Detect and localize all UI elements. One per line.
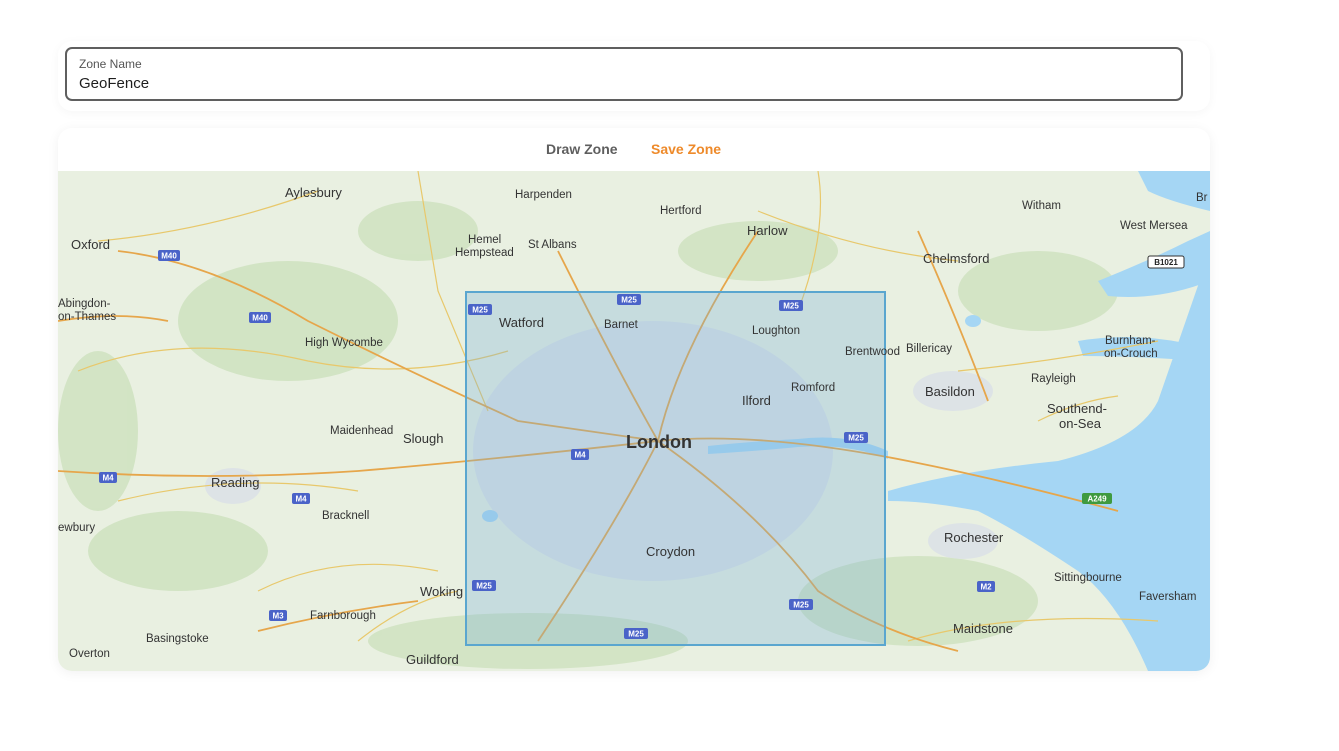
map-label: Maidstone (953, 621, 1013, 636)
svg-text:M3: M3 (272, 612, 284, 621)
map-label: Harlow (747, 223, 788, 238)
svg-text:M40: M40 (161, 252, 177, 261)
map-label: Slough (403, 431, 443, 446)
map-toolbar: Draw Zone Save Zone (58, 128, 1210, 171)
map-label: on-Sea (1059, 416, 1102, 431)
map-canvas[interactable]: M40 M40 M4 M4 M4 M3 M2 M25 M25 M25 M25 M… (58, 171, 1210, 671)
m25-shield: M25 (472, 580, 496, 591)
map-label: Hempstead (455, 247, 514, 259)
map-label: Watford (499, 315, 544, 330)
zone-name-label: Zone Name (79, 57, 142, 71)
map-label: Aylesbury (285, 185, 342, 200)
m40-shield: M40 (158, 250, 180, 261)
svg-text:M2: M2 (980, 583, 992, 592)
m2-shield: M2 (977, 581, 995, 592)
svg-text:B1021: B1021 (1154, 258, 1178, 267)
svg-text:M4: M4 (574, 451, 586, 460)
b1021-shield: B1021 (1147, 255, 1185, 269)
m25-shield: M25 (789, 599, 813, 610)
map-label: Faversham (1139, 591, 1197, 603)
map-label: London (626, 432, 692, 452)
svg-text:M25: M25 (793, 601, 809, 610)
map-label: Farnborough (310, 610, 376, 622)
m25-shield: M25 (617, 294, 641, 305)
svg-text:M25: M25 (848, 434, 864, 443)
map-label: Rayleigh (1031, 373, 1076, 385)
svg-text:M4: M4 (295, 495, 307, 504)
map-label: Maidenhead (330, 425, 393, 437)
map-label: Basingstoke (146, 633, 209, 645)
m3-shield: M3 (269, 610, 287, 621)
map-label: Rochester (944, 530, 1004, 545)
svg-text:A249: A249 (1087, 495, 1107, 504)
zone-name-field[interactable]: Zone Name (65, 47, 1183, 101)
map-card: Draw Zone Save Zone M40 M40 M4 M4 M4 M3 … (58, 128, 1210, 671)
map-label: Ilford (742, 393, 771, 408)
map-label: Barnet (604, 319, 639, 331)
save-zone-button[interactable]: Save Zone (651, 141, 721, 157)
svg-text:M25: M25 (476, 582, 492, 591)
draw-zone-button[interactable]: Draw Zone (546, 141, 618, 157)
map-label: Bracknell (322, 510, 369, 522)
map-label: Romford (791, 382, 835, 394)
geofence-zone[interactable] (465, 291, 886, 646)
map-label: Southend- (1047, 401, 1107, 416)
map-label: Hertford (660, 205, 702, 217)
map-label: on-Thames (58, 311, 116, 323)
map-label: Guildford (406, 652, 459, 667)
map-label: Br (1196, 192, 1208, 204)
map-label: Billericay (906, 343, 952, 355)
map-label: ewbury (58, 522, 95, 534)
m25-shield: M25 (624, 628, 648, 639)
m40-shield: M40 (249, 312, 271, 323)
map-label: West Mersea (1120, 220, 1188, 232)
map-label: Burnham- (1105, 335, 1156, 347)
map-label: Croydon (646, 544, 695, 559)
m25-shield: M25 (844, 432, 868, 443)
svg-text:M25: M25 (472, 306, 488, 315)
map-label: Sittingbourne (1054, 572, 1122, 584)
map-label: Overton (69, 648, 110, 660)
svg-text:M40: M40 (252, 314, 268, 323)
map-label: Abingdon- (58, 298, 111, 310)
map-label: on-Crouch (1104, 348, 1158, 360)
zone-name-input[interactable] (79, 75, 1159, 92)
map-label: St Albans (528, 239, 577, 251)
map-label: Witham (1022, 200, 1061, 212)
zone-name-card: Zone Name (58, 41, 1210, 111)
m4-shield: M4 (571, 449, 589, 460)
map-label: Oxford (71, 237, 110, 252)
svg-text:M25: M25 (783, 302, 799, 311)
map-label: Harpenden (515, 189, 572, 201)
map-label: Hemel (468, 234, 501, 246)
map-label: High Wycombe (305, 337, 383, 349)
svg-text:M4: M4 (102, 474, 114, 483)
map-label: Brentwood (845, 346, 900, 358)
svg-text:M25: M25 (628, 630, 644, 639)
m25-shield: M25 (779, 300, 803, 311)
svg-text:M25: M25 (621, 296, 637, 305)
map-label: Basildon (925, 384, 975, 399)
m4-shield: M4 (292, 493, 310, 504)
map-label: Chelmsford (923, 251, 989, 266)
a249-shield: A249 (1082, 493, 1112, 504)
m25-shield: M25 (468, 304, 492, 315)
m4-shield: M4 (99, 472, 117, 483)
map-label: Reading (211, 475, 259, 490)
map-view[interactable]: M40 M40 M4 M4 M4 M3 M2 M25 M25 M25 M25 M… (58, 171, 1210, 671)
map-label: Woking (420, 584, 463, 599)
map-label: Loughton (752, 325, 800, 337)
